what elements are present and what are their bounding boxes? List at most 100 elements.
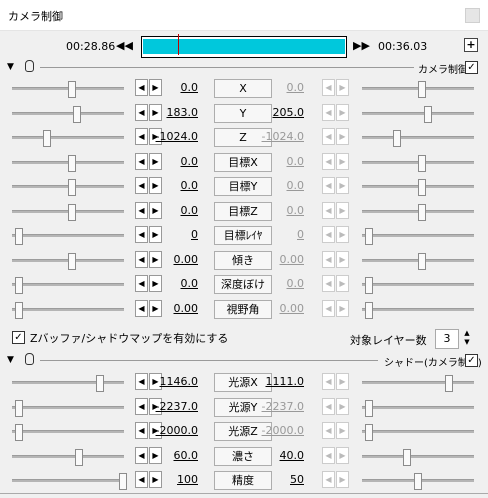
decrement-arrow-icon[interactable]: ◀	[322, 226, 335, 243]
start-slider[interactable]	[12, 252, 124, 270]
decrement-arrow-icon[interactable]: ◀	[135, 275, 148, 292]
end-value[interactable]: -2000.0	[254, 424, 304, 437]
camera-enable-checkbox[interactable]: ✓	[465, 61, 478, 74]
slider-thumb[interactable]	[418, 154, 427, 172]
start-slider[interactable]	[12, 424, 124, 441]
start-value[interactable]: 0.0	[148, 179, 199, 192]
decrement-arrow-icon[interactable]: ◀	[322, 397, 335, 415]
decrement-arrow-icon[interactable]: ◀	[135, 446, 148, 464]
slider-thumb[interactable]	[424, 105, 433, 123]
start-slider[interactable]	[12, 154, 124, 172]
decrement-arrow-icon[interactable]: ◀	[135, 226, 148, 243]
increment-arrow-icon[interactable]: ▶	[336, 446, 349, 464]
slider-thumb[interactable]	[14, 399, 23, 417]
end-slider[interactable]	[362, 81, 474, 98]
slider-thumb[interactable]	[418, 252, 427, 270]
decrement-arrow-icon[interactable]: ◀	[135, 177, 148, 194]
decrement-arrow-icon[interactable]: ◀	[135, 201, 148, 219]
slider-thumb[interactable]	[418, 179, 427, 196]
increment-arrow-icon[interactable]: ▶	[336, 103, 349, 121]
end-value[interactable]: 0.0	[254, 277, 305, 290]
slider-thumb[interactable]	[68, 154, 77, 172]
start-slider[interactable]	[12, 473, 127, 490]
increment-arrow-icon[interactable]: ▶	[336, 397, 349, 415]
end-slider[interactable]	[362, 179, 474, 196]
decrement-arrow-icon[interactable]: ◀	[322, 103, 335, 121]
increment-arrow-icon[interactable]: ▶	[336, 226, 349, 243]
start-value[interactable]: 1146.0	[148, 375, 199, 388]
start-value[interactable]: 0.0	[148, 81, 199, 94]
increment-arrow-icon[interactable]: ▶	[336, 373, 349, 390]
increment-arrow-icon[interactable]: ▶	[336, 152, 349, 170]
end-value[interactable]: 50	[254, 473, 304, 486]
slider-thumb[interactable]	[72, 105, 81, 123]
decrement-arrow-icon[interactable]: ◀	[135, 103, 148, 121]
end-slider[interactable]	[362, 301, 474, 319]
increment-arrow-icon[interactable]: ▶	[336, 201, 349, 219]
end-slider[interactable]	[362, 424, 474, 441]
start-slider[interactable]	[12, 228, 124, 245]
skip-back-icon[interactable]: ◀◀	[116, 39, 133, 53]
end-slider[interactable]	[362, 252, 474, 270]
slider-thumb[interactable]	[14, 301, 23, 319]
slider-thumb[interactable]	[364, 399, 373, 417]
slider-thumb[interactable]	[402, 448, 411, 466]
close-button[interactable]	[465, 8, 480, 23]
start-value[interactable]: 0.0	[148, 155, 199, 168]
collapse-triangle-icon[interactable]: ▼	[7, 355, 14, 365]
slider-thumb[interactable]	[364, 228, 373, 245]
layer-count-input[interactable]: 3	[435, 329, 459, 349]
start-value[interactable]: -1024.0	[148, 130, 198, 143]
start-slider[interactable]	[12, 301, 124, 319]
slider-thumb[interactable]	[14, 228, 23, 245]
spin-down-icon[interactable]: ▼	[460, 338, 474, 347]
end-slider[interactable]	[362, 277, 474, 294]
slider-thumb[interactable]	[118, 473, 127, 490]
end-value[interactable]: 0.00	[254, 253, 305, 266]
end-value[interactable]: -1024.0	[254, 130, 304, 143]
decrement-arrow-icon[interactable]: ◀	[322, 446, 335, 464]
increment-arrow-icon[interactable]: ▶	[336, 128, 349, 145]
start-slider[interactable]	[12, 179, 124, 196]
slider-thumb[interactable]	[418, 203, 427, 221]
start-value[interactable]: 0.00	[148, 253, 199, 266]
end-slider[interactable]	[362, 203, 474, 221]
end-value[interactable]: 40.0	[254, 449, 305, 462]
start-value[interactable]: 0.0	[148, 277, 199, 290]
decrement-arrow-icon[interactable]: ◀	[322, 79, 335, 96]
end-value[interactable]: 0.0	[254, 155, 305, 168]
start-slider[interactable]	[12, 277, 124, 294]
decrement-arrow-icon[interactable]: ◀	[322, 299, 335, 317]
end-value[interactable]: 0	[254, 228, 304, 241]
spin-up-icon[interactable]: ▲	[460, 329, 474, 338]
decrement-arrow-icon[interactable]: ◀	[135, 422, 148, 439]
start-value[interactable]: -2237.0	[148, 400, 198, 413]
slider-thumb[interactable]	[414, 473, 422, 490]
end-slider[interactable]	[362, 473, 474, 490]
timeline-bar[interactable]	[141, 34, 347, 58]
decrement-arrow-icon[interactable]: ◀	[322, 201, 335, 219]
end-value[interactable]: 0.0	[254, 179, 305, 192]
slider-thumb[interactable]	[364, 277, 373, 294]
end-value[interactable]: 0.0	[254, 204, 305, 217]
decrement-arrow-icon[interactable]: ◀	[135, 152, 148, 170]
increment-arrow-icon[interactable]: ▶	[336, 79, 349, 96]
start-value[interactable]: 0	[148, 228, 198, 241]
start-value[interactable]: 183.0	[148, 106, 199, 119]
start-slider[interactable]	[12, 81, 124, 98]
slider-thumb[interactable]	[14, 424, 23, 441]
increment-arrow-icon[interactable]: ▶	[336, 471, 349, 488]
end-slider[interactable]	[362, 375, 474, 392]
decrement-arrow-icon[interactable]: ◀	[322, 152, 335, 170]
decrement-arrow-icon[interactable]: ◀	[135, 397, 148, 415]
end-value[interactable]: -2237.0	[254, 400, 304, 413]
start-slider[interactable]	[12, 130, 124, 147]
start-value[interactable]: 100	[148, 473, 198, 486]
slider-thumb[interactable]	[68, 203, 77, 221]
decrement-arrow-icon[interactable]: ◀	[322, 422, 335, 439]
slider-thumb[interactable]	[418, 81, 427, 98]
slider-thumb[interactable]	[392, 130, 401, 147]
slider-thumb[interactable]	[75, 448, 84, 466]
end-slider[interactable]	[362, 228, 474, 245]
start-value[interactable]: 0.00	[148, 302, 199, 315]
